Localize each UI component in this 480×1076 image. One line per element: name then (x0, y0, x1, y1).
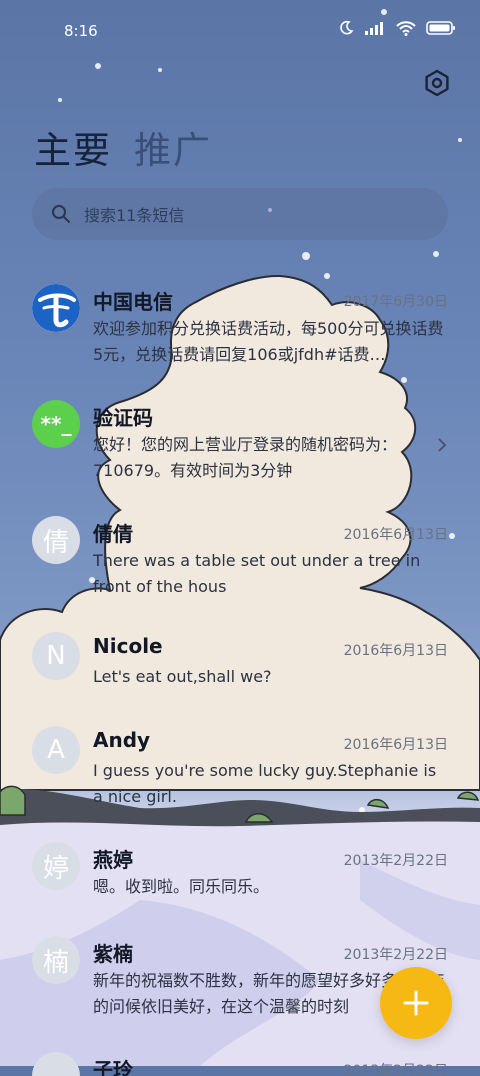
avatar-letter: A (32, 726, 80, 774)
moon-icon (340, 20, 354, 35)
message-date: 2016年6月13日 (343, 527, 448, 543)
chevron-right-icon (438, 438, 447, 452)
message-date: 2016年6月13日 (343, 643, 448, 659)
tab-primary[interactable]: 主要 (34, 120, 112, 174)
message-date: 2013年2月22日 (343, 947, 448, 963)
message-date: 2013年2月22日 (343, 1063, 448, 1076)
contact-name: 紫楠 (93, 942, 133, 966)
conversation-row[interactable]: **_ 验证码 您好！您的网上营业厅登录的随机密码为：710679。有效时间为3… (0, 392, 480, 502)
contact-name: 子玲 (93, 1058, 133, 1076)
search-icon (52, 205, 70, 223)
message-preview: 嗯。收到啦。同乐同乐。 (93, 877, 270, 896)
message-preview: Let's eat out,shall we? (93, 667, 272, 686)
message-preview: I guess you're some lucky guy.Stephanie … (93, 761, 437, 806)
tab-bar: 主要 推广 (34, 120, 212, 174)
status-icons (338, 20, 456, 36)
settings-hexagon-icon[interactable] (422, 68, 452, 98)
contact-name: 中国电信 (93, 290, 173, 314)
conversation-row[interactable]: 中国电信 2017年6月30日 欢迎参加积分兑换话费活动，每500分可兑换话费5… (0, 280, 480, 390)
tab-promotions[interactable]: 推广 (134, 120, 212, 174)
battery-icon (426, 21, 455, 35)
message-date: 2013年2月22日 (343, 853, 448, 869)
china-telecom-logo-icon (32, 284, 80, 332)
avatar-letter: 楠 (32, 936, 80, 984)
avatar-letter: N (32, 632, 80, 680)
conversation-row[interactable]: 倩 倩倩 2016年6月13日 There was a table set ou… (0, 510, 480, 620)
message-date: 2016年6月13日 (343, 737, 448, 753)
avatar-telecom-logo (32, 284, 80, 332)
status-time: 8:16 (64, 22, 98, 40)
avatar-letter: 婷 (32, 842, 80, 890)
message-date: 2017年6月30日 (343, 294, 448, 310)
avatar-letter (32, 1052, 80, 1076)
contact-name: 倩倩 (93, 522, 133, 546)
contact-name: Nicole (93, 634, 163, 658)
contact-name: 燕婷 (93, 848, 133, 872)
plus-icon (403, 990, 429, 1016)
message-preview: There was a table set out under a tree i… (93, 551, 421, 596)
wifi-icon (396, 21, 416, 36)
avatar-letter: 倩 (32, 516, 80, 564)
new-message-button[interactable] (380, 967, 452, 1039)
contact-name: Andy (93, 728, 151, 752)
status-bar: 8:16 (0, 0, 480, 62)
message-preview: 您好！您的网上营业厅登录的随机密码为：710679。有效时间为3分钟 (93, 435, 398, 480)
avatar-verification: **_ (32, 400, 80, 448)
conversation-row[interactable]: A Andy 2016年6月13日 I guess you're some lu… (0, 720, 480, 830)
contact-name: 验证码 (93, 406, 153, 430)
signal-icon (365, 22, 383, 35)
message-preview: 欢迎参加积分兑换话费活动，每500分可兑换话费5元，兑换话费请回复106或jfd… (93, 319, 444, 364)
conversation-row[interactable]: 子玲 2013年2月22日 (0, 1046, 480, 1076)
search-placeholder: 搜索11条短信 (84, 206, 185, 225)
search-bar[interactable]: 搜索11条短信 (32, 188, 448, 240)
